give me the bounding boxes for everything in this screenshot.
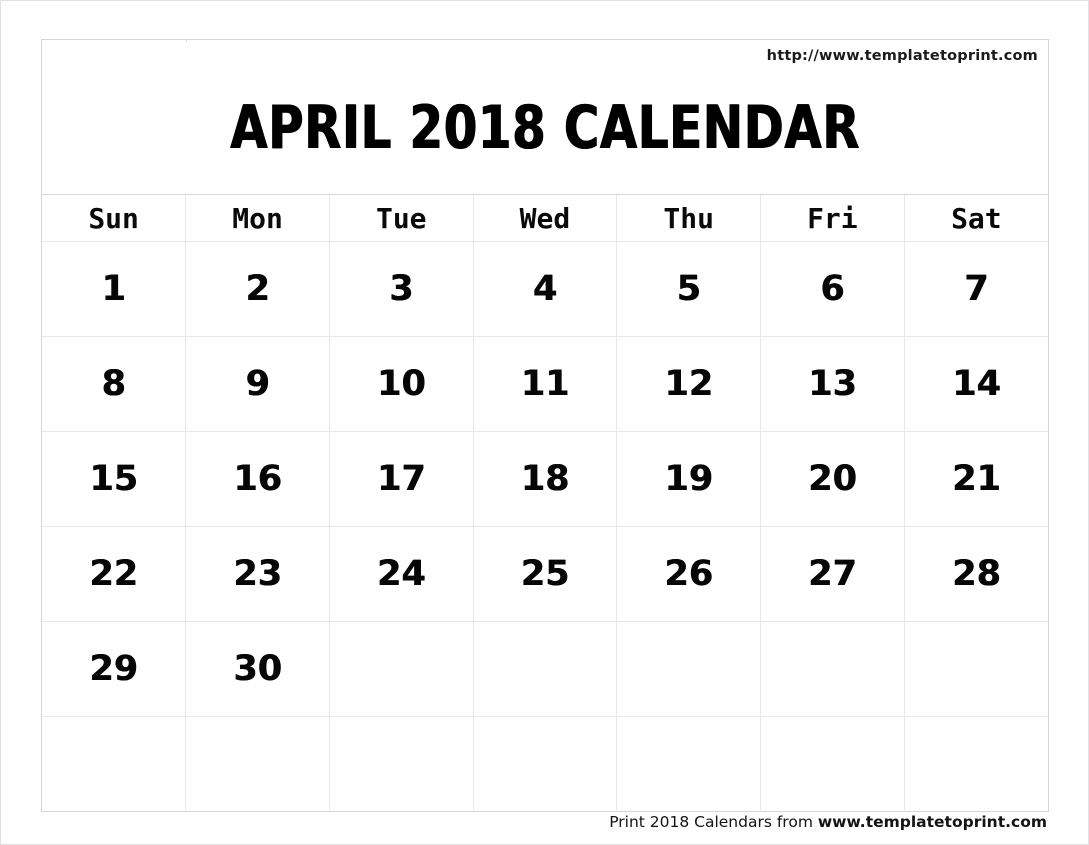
day-cell[interactable]: 29 (42, 621, 187, 717)
day-cell[interactable]: 11 (472, 336, 618, 432)
day-cell[interactable]: 2 (185, 241, 330, 337)
calendar-week-row: 29 30 (42, 621, 1048, 717)
calendar-week-row: 15 16 17 18 19 20 21 (42, 431, 1048, 527)
day-cell[interactable]: 4 (472, 241, 618, 337)
day-cell[interactable]: 3 (328, 241, 474, 337)
day-cell[interactable] (903, 716, 1048, 811)
day-cell[interactable]: 23 (185, 526, 330, 622)
day-cell[interactable]: 26 (616, 526, 762, 622)
day-cell[interactable] (328, 716, 474, 811)
site-url-link[interactable]: http://www.templatetoprint.com (767, 48, 1038, 64)
weekday-header-sun: Sun (42, 195, 187, 242)
weekday-header-thu: Thu (616, 195, 762, 242)
calendar-week-row: 8 9 10 11 12 13 14 (42, 336, 1048, 432)
weekday-header-fri: Fri (760, 195, 905, 242)
day-cell[interactable] (185, 716, 330, 811)
weekday-header-mon: Mon (185, 195, 330, 242)
day-cell[interactable]: 22 (42, 526, 187, 622)
day-cell[interactable]: 19 (616, 431, 762, 527)
calendar-title-band: http://www.templatetoprint.com APRIL 201… (42, 40, 1048, 195)
weekday-header-tue: Tue (328, 195, 474, 242)
title-band-divider-tick (186, 40, 187, 43)
day-cell[interactable] (903, 621, 1048, 717)
day-cell[interactable]: 13 (760, 336, 905, 432)
day-cell[interactable]: 8 (42, 336, 187, 432)
day-cell[interactable]: 28 (903, 526, 1048, 622)
day-cell[interactable]: 12 (616, 336, 762, 432)
weekday-header-sat: Sat (903, 195, 1048, 242)
calendar-week-row (42, 716, 1048, 811)
calendar-week-row: 22 23 24 25 26 27 28 (42, 526, 1048, 622)
day-cell[interactable]: 24 (328, 526, 474, 622)
day-cell[interactable] (616, 716, 762, 811)
day-cell[interactable]: 7 (903, 241, 1048, 337)
footer-credit: Print 2018 Calendars from www.templateto… (41, 813, 1047, 831)
calendar-week-row: 1 2 3 4 5 6 7 (42, 241, 1048, 337)
day-cell[interactable] (760, 716, 905, 811)
day-cell[interactable]: 9 (185, 336, 330, 432)
footer-lead-text: Print 2018 Calendars from (609, 813, 818, 831)
day-cell[interactable]: 21 (903, 431, 1048, 527)
calendar-page: http://www.templatetoprint.com APRIL 201… (0, 0, 1089, 845)
day-cell[interactable]: 27 (760, 526, 905, 622)
weekday-header-wed: Wed (472, 195, 618, 242)
footer-site-link[interactable]: www.templatetoprint.com (818, 813, 1047, 831)
day-cell[interactable] (760, 621, 905, 717)
day-cell[interactable]: 20 (760, 431, 905, 527)
day-cell[interactable]: 17 (328, 431, 474, 527)
day-cell[interactable] (42, 716, 187, 811)
day-cell[interactable]: 14 (903, 336, 1048, 432)
day-cell[interactable] (472, 621, 618, 717)
calendar-grid: Sun Mon Tue Wed Thu Fri Sat 1 2 3 4 5 6 (42, 195, 1048, 811)
day-cell[interactable]: 15 (42, 431, 187, 527)
day-cell[interactable]: 25 (472, 526, 618, 622)
page-title: APRIL 2018 CALENDAR (230, 93, 860, 163)
day-cell[interactable]: 1 (42, 241, 187, 337)
day-cell[interactable]: 30 (185, 621, 330, 717)
day-cell[interactable] (472, 716, 618, 811)
day-cell[interactable] (328, 621, 474, 717)
day-cell[interactable]: 5 (616, 241, 762, 337)
calendar-sheet: http://www.templatetoprint.com APRIL 201… (41, 39, 1049, 812)
day-cell[interactable]: 16 (185, 431, 330, 527)
weekday-header-row: Sun Mon Tue Wed Thu Fri Sat (42, 195, 1048, 242)
day-cell[interactable]: 6 (760, 241, 905, 337)
day-cell[interactable]: 10 (328, 336, 474, 432)
day-cell[interactable]: 18 (472, 431, 618, 527)
day-cell[interactable] (616, 621, 762, 717)
